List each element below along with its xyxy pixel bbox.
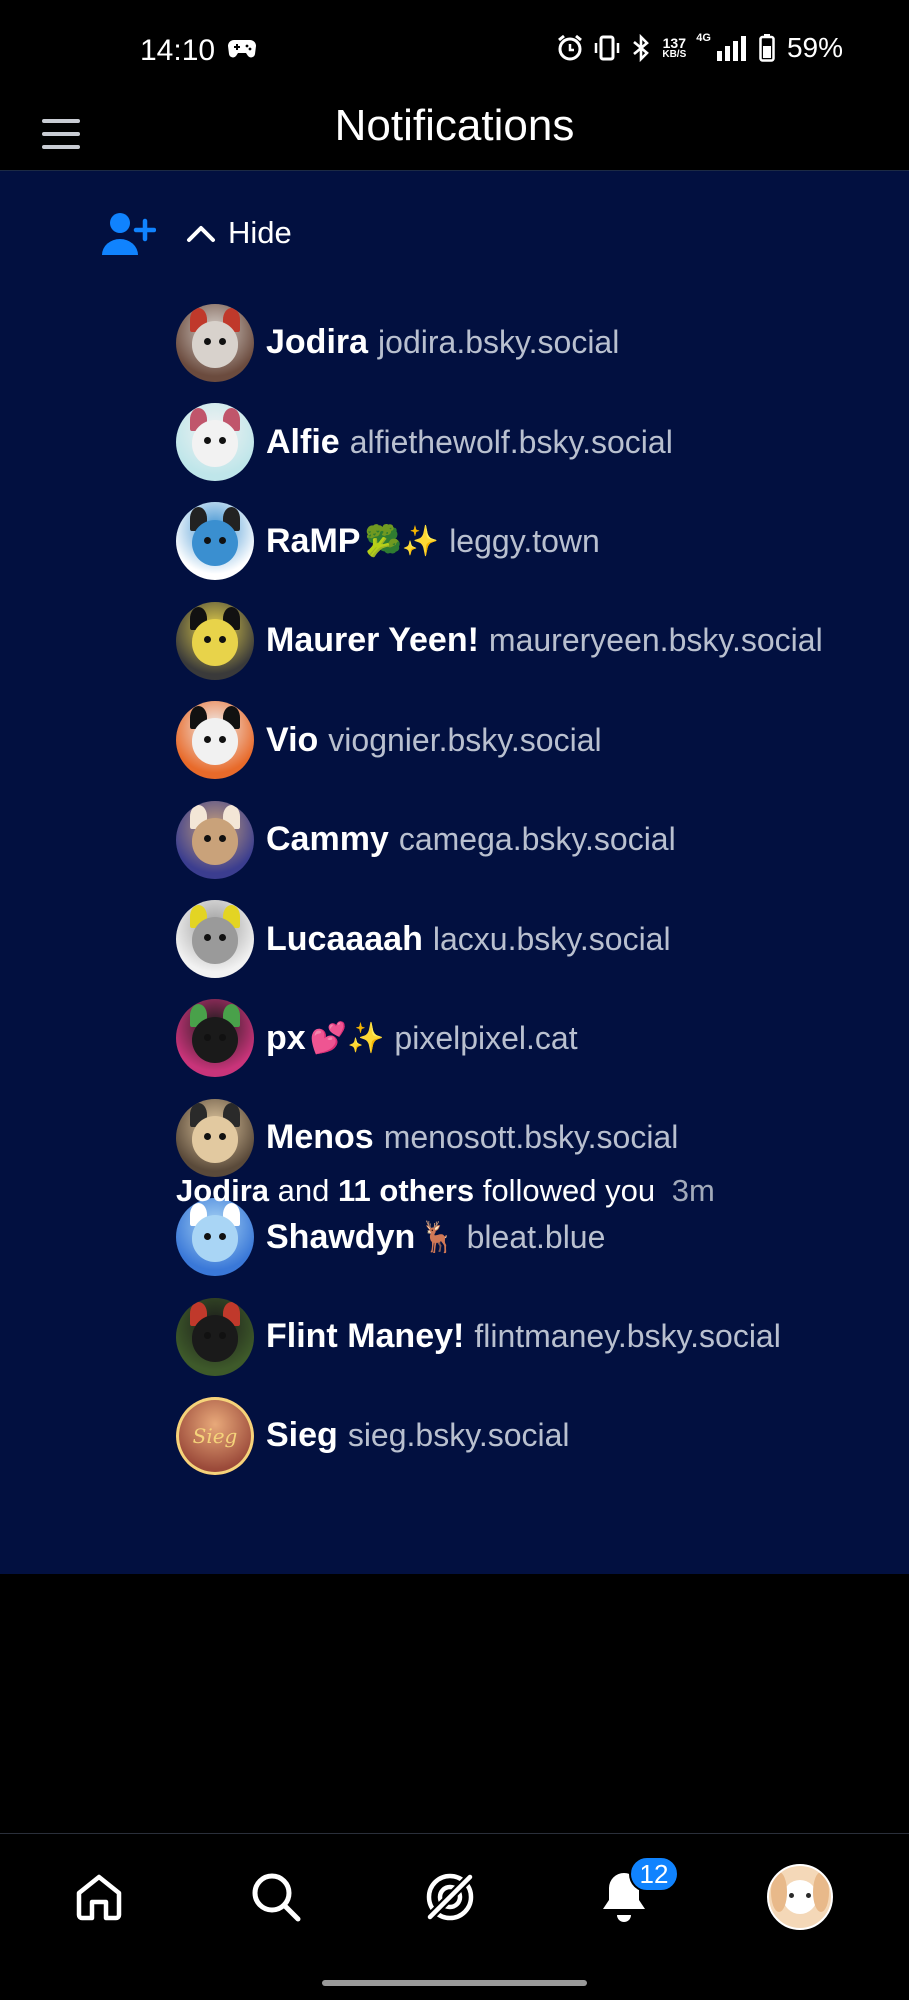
follower-handle: menosott.bsky.social [383, 1119, 679, 1156]
follower-display-name[interactable]: Shawdyn [266, 1218, 415, 1257]
summary-connector: and [277, 1173, 330, 1208]
avatar-logo-text: Sieg [176, 1397, 254, 1475]
nav-profile[interactable] [765, 1862, 835, 1932]
battery-percent: 59% [786, 32, 843, 63]
network-type: 4G [696, 32, 711, 44]
follower-display-name[interactable]: Lucaaaah [266, 920, 423, 959]
follower-row[interactable]: Flint Maney! flintmaney.bsky.social [176, 1287, 909, 1386]
network-speed: 137 KB/S [662, 36, 686, 60]
follower-row[interactable]: Jodira jodira.bsky.social [176, 293, 909, 392]
avatar[interactable] [176, 601, 254, 680]
follower-handle: pixelpixel.cat [394, 1019, 578, 1056]
nav-home[interactable] [64, 1862, 134, 1932]
summary-time: 3m [671, 1173, 715, 1208]
network-speed-value: 137 [662, 35, 686, 51]
avatar[interactable] [176, 701, 254, 780]
follower-display-name[interactable]: Vio [266, 721, 318, 760]
profile-avatar [767, 1864, 833, 1930]
nav-search[interactable] [241, 1862, 311, 1932]
avatar[interactable] [176, 999, 254, 1078]
follower-handle: viognier.bsky.social [328, 721, 602, 758]
follower-row[interactable]: Vio viognier.bsky.social [176, 691, 909, 790]
signal-icon [716, 36, 746, 61]
notification-count-badge: 12 [629, 1856, 679, 1892]
gamepad-icon [228, 40, 256, 58]
summary-others: 11 others [338, 1173, 475, 1208]
avatar[interactable] [176, 900, 254, 979]
follower-row[interactable]: Lucaaaah lacxu.bsky.social [176, 889, 909, 988]
status-icons: 137 KB/S 4G 59% [556, 32, 843, 64]
avatar[interactable] [176, 1297, 254, 1376]
hide-toggle-button[interactable]: Hide [186, 213, 292, 253]
follower-list: Jodira jodira.bsky.social Alfie alfiethewol… [176, 293, 909, 1486]
follower-display-name[interactable]: Maurer Yeen! [266, 621, 479, 660]
notification-summary: Jodira and 11 others followed you 3m [176, 1173, 715, 1209]
home-icon [76, 1874, 122, 1921]
avatar[interactable] [176, 303, 254, 382]
avatar[interactable] [176, 1098, 254, 1177]
follower-row[interactable]: Maurer Yeen! maureryeen.bsky.social [176, 591, 909, 690]
app-header: Notifications [0, 100, 909, 171]
follower-handle: camega.bsky.social [398, 821, 676, 858]
chevron-up-icon [187, 226, 215, 242]
follower-handle: leggy.town [449, 522, 600, 559]
follower-row[interactable]: Sieg Sieg sieg.bsky.social [176, 1386, 909, 1485]
avatar[interactable] [176, 1198, 254, 1277]
summary-action: followed you [482, 1173, 656, 1208]
summary-actor[interactable]: Jodira [176, 1173, 269, 1208]
network-speed-unit: KB/S [662, 49, 687, 60]
follower-handle: alfiethewolf.bsky.social [349, 423, 673, 460]
follower-handle: sieg.bsky.social [347, 1417, 570, 1454]
follower-handle: jodira.bsky.social [378, 324, 620, 361]
person-plus-icon [102, 213, 156, 255]
follower-display-name[interactable]: Alfie [266, 423, 340, 462]
gesture-bar[interactable] [322, 1980, 587, 1986]
follower-display-name[interactable]: Jodira [266, 323, 368, 362]
avatar[interactable] [176, 800, 254, 879]
hide-toggle-label: Hide [228, 215, 292, 250]
bluetooth-icon [633, 34, 650, 62]
page-title: Notifications [334, 101, 575, 150]
follower-row[interactable]: Cammy camega.bsky.social [176, 790, 909, 889]
follower-display-name[interactable]: px [266, 1019, 306, 1058]
follower-handle: flintmaney.bsky.social [474, 1318, 781, 1355]
alarm-icon [558, 34, 583, 61]
follower-name-emoji: 🦌 [419, 1220, 457, 1254]
status-bar: 14:10 137 KB/S 4G 59% [0, 0, 909, 100]
follower-handle: lacxu.bsky.social [432, 920, 671, 957]
follower-display-name[interactable]: Cammy [266, 820, 389, 859]
battery-icon [759, 34, 775, 62]
follow-notification[interactable]: Hide Jodira jodira.bsky.social Alfie alfiet… [0, 171, 909, 1574]
nav-feeds[interactable] [415, 1862, 485, 1932]
follower-handle: maureryeen.bsky.social [488, 622, 823, 659]
follower-row[interactable]: Alfie alfiethewolf.bsky.social [176, 392, 909, 491]
follower-row[interactable]: px 💕✨ pixelpixel.cat [176, 989, 909, 1088]
follower-display-name[interactable]: Sieg [266, 1416, 338, 1455]
status-time: 14:10 [140, 34, 216, 67]
follower-row[interactable]: RaMP 🥦✨ leggy.town [176, 492, 909, 591]
follower-name-emoji: 💕✨ [309, 1021, 385, 1055]
avatar[interactable]: Sieg [176, 1396, 254, 1475]
follower-display-name[interactable]: RaMP [266, 522, 360, 561]
bottom-navigation: 12 [0, 1833, 909, 1964]
follower-handle: bleat.blue [466, 1218, 606, 1255]
follower-name-emoji: 🥦✨ [364, 524, 440, 558]
feeds-icon [426, 1873, 474, 1921]
follower-display-name[interactable]: Menos [266, 1118, 374, 1157]
search-icon [252, 1873, 301, 1922]
follower-display-name[interactable]: Flint Maney! [266, 1317, 464, 1356]
nav-notifications[interactable]: 12 [589, 1856, 679, 1932]
avatar[interactable] [176, 502, 254, 581]
vibrate-icon [595, 35, 620, 61]
avatar[interactable] [176, 403, 254, 482]
